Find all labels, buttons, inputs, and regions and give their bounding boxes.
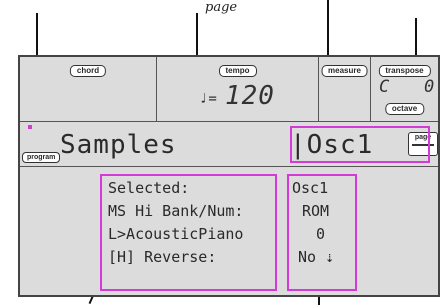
param-label-selected: Selected:	[108, 179, 190, 197]
title-divider	[20, 166, 438, 167]
highlight-page-name	[28, 125, 32, 129]
lcd-display: chord tempo ♩= 120 measure transpose C 0…	[18, 55, 440, 297]
page-name: Samples	[60, 130, 177, 160]
param-value-selected[interactable]: Osc1	[292, 177, 328, 200]
header-divider	[20, 121, 438, 122]
chord-cell: chord	[20, 57, 157, 121]
measure-cell: measure	[319, 57, 371, 121]
transpose-cell: transpose C 0 octave	[371, 57, 438, 121]
tempo-cell: tempo ♩= 120	[157, 57, 319, 121]
param-value-sample-num[interactable]: 0	[316, 223, 325, 246]
highlight-osc	[290, 126, 430, 163]
param-value-ms-bank[interactable]: ROM	[302, 200, 329, 223]
transpose-tag: transpose	[378, 65, 431, 77]
param-label-reverse: [H] Reverse:	[108, 248, 217, 266]
tempo-tag: tempo	[218, 65, 257, 77]
program-tag: program	[22, 152, 61, 163]
tempo-note-icon: ♩=	[199, 91, 218, 107]
measure-tag: measure	[321, 65, 368, 77]
param-label-ms-bank: MS Hi Bank/Num:	[108, 202, 244, 220]
page-caption: page	[205, 0, 238, 15]
transpose-value: C 0	[379, 77, 436, 97]
tempo-value: 120	[225, 81, 275, 111]
param-label-sample-name[interactable]: L>AcousticPiano	[108, 223, 243, 246]
chord-tag: chord	[69, 65, 107, 77]
param-value-reverse[interactable]: No ⇣	[298, 246, 334, 269]
octave-tag: octave	[384, 103, 425, 115]
